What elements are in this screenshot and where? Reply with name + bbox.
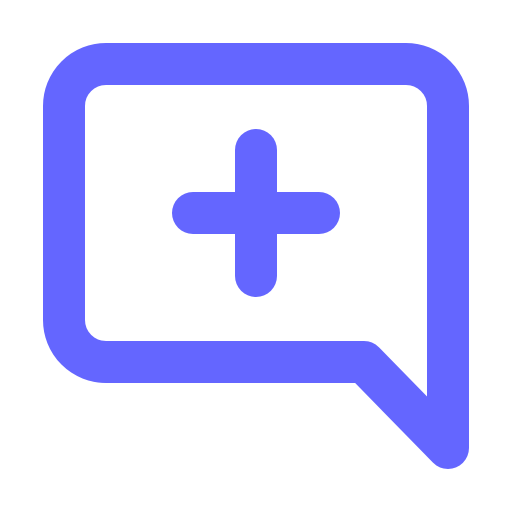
icon-canvas (0, 0, 512, 512)
add-comment-icon[interactable] (0, 0, 512, 512)
